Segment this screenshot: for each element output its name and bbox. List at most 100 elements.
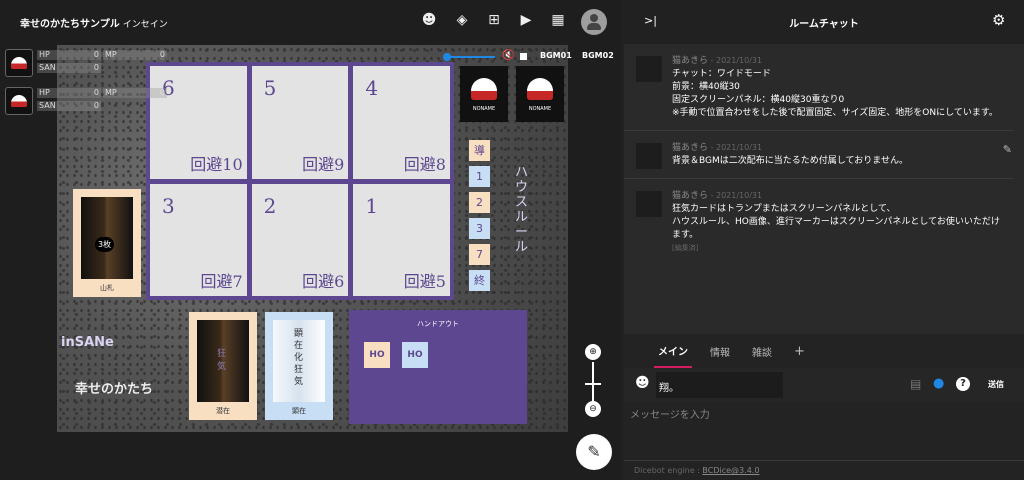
edit-fab-button[interactable]: ✎: [576, 434, 612, 470]
handout-panel[interactable]: ハンドアウト HO HO: [349, 310, 527, 424]
progress-marker[interactable]: 導 1 2 3 7 終: [469, 140, 490, 296]
san-value: 0: [93, 63, 99, 72]
grid-cell[interactable]: 6 回避10: [150, 66, 247, 179]
cell-evasion: 回避7: [200, 272, 243, 291]
bgm-icon[interactable]: ▦: [549, 12, 567, 30]
tab-main[interactable]: メイン: [654, 335, 692, 368]
tab-chat[interactable]: 雑談: [748, 336, 776, 367]
sender-name: 猫あきら: [672, 191, 709, 201]
latent-madness-card[interactable]: 狂気 潜在: [189, 312, 257, 420]
hp-value: 0: [93, 50, 99, 59]
mp-label: MP: [105, 50, 117, 59]
room-title: 幸せのかたちサンプル インセイン: [20, 15, 168, 30]
message-line: チャット：ワイドモード: [672, 69, 771, 79]
room-name: 幸せのかたちサンプル: [20, 19, 120, 30]
character-portrait[interactable]: [5, 87, 33, 115]
timestamp: - 2021/10/31: [708, 56, 763, 65]
card-text: 顕在化狂気: [294, 329, 304, 387]
volume-slider-thumb[interactable]: [443, 53, 451, 61]
chat-tabs: メイン 情報 雑談 +: [624, 334, 1024, 368]
palette-icon[interactable]: ●: [933, 376, 944, 391]
deck-card[interactable]: 3枚 山札: [73, 189, 141, 297]
gear-icon[interactable]: ⚙: [992, 11, 1005, 29]
list-icon[interactable]: ▤: [910, 377, 921, 391]
grid-cell[interactable]: 2 回避6: [251, 183, 349, 296]
marker-item: 3: [469, 218, 490, 239]
grid-cell[interactable]: 3 回避7: [150, 183, 247, 296]
pencil-icon: ✎: [587, 442, 601, 461]
chat-message: ✎ 猫あきら - 2021/10/31 背景＆BGMは二次配布に当たるため付属し…: [624, 131, 1014, 179]
bcdice-link[interactable]: BCDice@3.4.0: [702, 466, 759, 475]
noname-character[interactable]: NONAME: [516, 66, 564, 122]
manifest-madness-card[interactable]: 顕在化狂気 顕在: [265, 312, 333, 420]
chat-panel: >| ルームチャット ⚙ 猫あきら - 2021/10/31 チャット：ワイドモ…: [624, 0, 1024, 480]
san-label: SAN: [39, 63, 56, 72]
chat-message: 猫あきら - 2021/10/31 狂気カードはトランプまたはスクリーンパネルと…: [624, 179, 1014, 265]
cell-evasion: 回避9: [302, 154, 345, 174]
pencil-icon[interactable]: ✎: [1003, 143, 1012, 156]
message-list: 猫あきら - 2021/10/31 チャット：ワイドモード 前景：横40縦30 …: [624, 44, 1024, 265]
sender-name-input[interactable]: 翔。: [656, 372, 783, 398]
chat-header: >| ルームチャット ⚙: [624, 0, 1024, 44]
chat-title: ルームチャット: [789, 19, 859, 30]
card-label: 潜在: [216, 407, 230, 415]
san-label: SAN: [39, 101, 56, 110]
san-stat: SAN 0: [37, 101, 101, 111]
sender-name: 猫あきら: [672, 143, 709, 153]
handout-item[interactable]: HO: [402, 342, 428, 368]
marker-item: 2: [469, 192, 490, 213]
game-system: インセイン: [122, 20, 168, 30]
cell-evasion: 回避10: [190, 154, 243, 174]
grid-cell[interactable]: 4 回避8: [353, 66, 450, 179]
marker-item: 終: [469, 270, 490, 291]
message-input[interactable]: メッセージを入力: [624, 402, 1024, 460]
logo-line1: inSANe: [61, 335, 114, 350]
footer: Dicebot engine : BCDice@3.4.0: [624, 460, 1024, 480]
layers-icon[interactable]: ◈: [453, 12, 471, 30]
account-avatar[interactable]: [581, 9, 607, 35]
hp-value: 0: [93, 88, 99, 97]
hp-label: HP: [39, 88, 50, 97]
sender-name: 猫あきら: [672, 56, 709, 66]
timestamp: - 2021/10/31: [708, 191, 763, 200]
noname-character[interactable]: NONAME: [460, 66, 508, 122]
character-portrait[interactable]: [5, 49, 33, 77]
mp-value: 0: [159, 88, 165, 97]
cell-number: 4: [365, 76, 379, 100]
cell-evasion: 回避8: [403, 154, 446, 174]
top-bar: 幸せのかたちサンプル インセイン ☻ ◈ ⊞ ▶ ▦: [0, 0, 622, 44]
house-rule-label[interactable]: ハウスルール: [515, 165, 529, 255]
message-placeholder: メッセージを入力: [630, 410, 710, 421]
add-tab-button[interactable]: +: [790, 336, 809, 367]
tab-info[interactable]: 情報: [706, 336, 734, 367]
message-line: 前景：横40縦30: [672, 82, 740, 92]
timestamp: - 2021/10/31: [708, 143, 763, 152]
stop-icon[interactable]: [520, 53, 527, 60]
character-icon[interactable]: ☻: [635, 375, 650, 391]
volume-slider[interactable]: [443, 53, 495, 61]
handout-item[interactable]: HO: [364, 342, 390, 368]
grid-cell[interactable]: 1 回避5: [353, 183, 450, 296]
zoom-in-icon[interactable]: ⊕: [585, 344, 601, 360]
mp-label: MP: [105, 88, 117, 97]
mp-stat: MP 0: [103, 50, 167, 60]
message-line: ※手動で位置合わせをした後で配置固定、サイズ固定、地形をONにしています。: [672, 108, 998, 118]
mp-value: 0: [159, 50, 165, 59]
cell-number: 5: [263, 76, 277, 100]
hp-stat: HP 0: [37, 88, 101, 98]
bgm-track[interactable]: BGM02: [582, 51, 614, 60]
help-icon[interactable]: ?: [956, 377, 970, 391]
character-icon[interactable]: ☻: [420, 12, 438, 30]
grid-cell[interactable]: 5 回避9: [251, 66, 349, 179]
sender-row: ☻ 翔。 ▤ ● ? 送信: [624, 368, 1024, 402]
cut-in-icon[interactable]: ▶: [517, 12, 535, 30]
card-label: 顕在: [292, 407, 306, 415]
mute-icon[interactable]: 🔇: [502, 50, 514, 61]
footer-label: Dicebot engine :: [634, 466, 703, 475]
add-comment-icon[interactable]: ⊞: [485, 12, 503, 30]
bgm-track[interactable]: BGM01: [540, 51, 572, 60]
zoom-slider[interactable]: [592, 362, 594, 402]
zoom-out-icon[interactable]: ⊖: [585, 401, 601, 417]
zoom-slider-thumb[interactable]: [585, 383, 601, 385]
send-button[interactable]: 送信: [988, 379, 1004, 390]
